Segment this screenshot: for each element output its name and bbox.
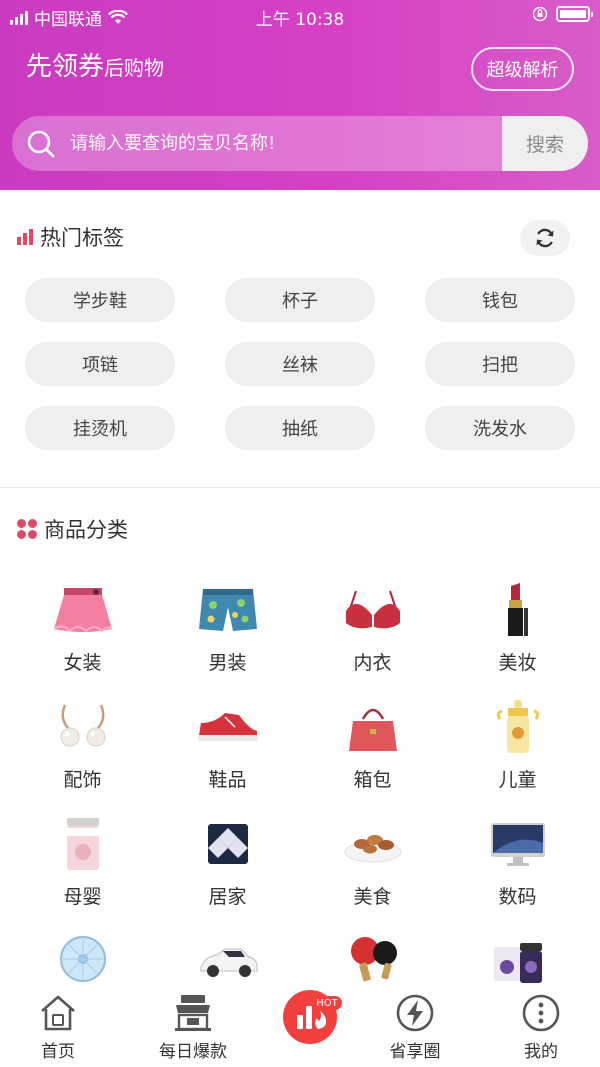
baby-bottle-icon <box>496 700 539 753</box>
brand-main: 先领券 <box>26 52 105 82</box>
header: 中国联通 上午 10:38 先领券后购物 超级解析 请输入要查询的宝贝名称! 搜… <box>0 0 600 190</box>
categories-title: 商品分类 <box>16 514 128 544</box>
hot-tag[interactable]: 挂烫机 <box>25 406 175 450</box>
tab-label: 省享圈 <box>389 1042 441 1062</box>
category-item[interactable]: 儿童 <box>445 695 590 812</box>
more-icon <box>522 994 560 1032</box>
hot-tag[interactable]: 扫把 <box>425 342 575 386</box>
search-icon <box>12 116 70 171</box>
fan-icon <box>59 936 106 982</box>
category-label: 女装 <box>63 652 102 674</box>
category-item[interactable]: 美妆 <box>445 578 590 695</box>
tab-label: 我的 <box>524 1042 558 1062</box>
search-bar: 搜索 <box>12 116 588 171</box>
hot-tag[interactable]: 钱包 <box>425 278 575 322</box>
categories-title-text: 商品分类 <box>44 518 128 542</box>
category-label: 男装 <box>208 652 247 674</box>
hot-tags-title-text: 热门标签 <box>40 226 124 250</box>
monitor-icon <box>490 823 545 866</box>
pillow-icon <box>207 824 248 864</box>
category-label: 内衣 <box>353 652 392 674</box>
category-label: 箱包 <box>353 769 392 791</box>
category-item[interactable]: 配饰 <box>10 695 155 812</box>
hot-tag[interactable]: 丝袜 <box>225 342 375 386</box>
earrings-icon <box>60 704 105 747</box>
status-right <box>532 6 593 22</box>
hot-tag[interactable]: 洗发水 <box>425 406 575 450</box>
nuts-bowl-icon <box>344 835 401 863</box>
category-label: 数码 <box>498 886 537 908</box>
hot-tag[interactable]: 学步鞋 <box>25 278 175 322</box>
tab-hot-ranking[interactable] <box>250 985 370 1067</box>
category-item[interactable]: 女装 <box>10 578 155 695</box>
category-label: 儿童 <box>498 769 537 791</box>
category-label: 美妆 <box>498 652 537 674</box>
brand-sub: 后购物 <box>104 56 165 80</box>
battery-icon <box>556 6 593 22</box>
bar-chart-icon <box>17 229 33 245</box>
bra-icon <box>345 590 400 629</box>
car-icon <box>200 948 257 977</box>
hot-tag[interactable]: 抽纸 <box>225 406 375 450</box>
brand-title: 先领券后购物 <box>26 46 164 83</box>
handbag-icon <box>348 708 397 751</box>
refresh-button[interactable] <box>520 220 570 256</box>
tab-save-circle[interactable]: 省享圈 <box>355 985 475 1067</box>
search-input[interactable] <box>70 116 502 171</box>
hot-tag[interactable]: 项链 <box>25 342 175 386</box>
lipstick-icon <box>507 583 528 636</box>
tab-label: 每日爆款 <box>159 1042 227 1062</box>
tab-bar: 首页 每日爆款 省享圈 我的 <box>0 985 600 1067</box>
hot-tags-title: 热门标签 <box>16 222 124 252</box>
category-item[interactable]: 箱包 <box>300 695 445 812</box>
category-item[interactable]: 男装 <box>155 578 300 695</box>
home-icon <box>41 995 75 1031</box>
grid-dots-icon <box>17 519 37 539</box>
category-item[interactable]: 居家 <box>155 812 300 929</box>
tab-daily-hot[interactable]: 每日爆款 <box>133 985 253 1067</box>
category-grid: 女装 男装 内衣 美妆 配饰 鞋品 箱包 儿童 母婴 居家 美食 数码 <box>10 578 590 1046</box>
section-divider <box>0 487 600 488</box>
hot-tag[interactable]: 杯子 <box>225 278 375 322</box>
category-item[interactable]: 美食 <box>300 812 445 929</box>
shorts-icon <box>198 589 257 631</box>
tab-label: 首页 <box>41 1042 75 1062</box>
category-item[interactable]: 内衣 <box>300 578 445 695</box>
lightning-icon <box>396 994 434 1032</box>
category-label: 美食 <box>353 886 392 908</box>
status-time: 上午 10:38 <box>255 10 345 30</box>
sneaker-icon <box>197 713 258 741</box>
tab-home[interactable]: 首页 <box>0 985 118 1067</box>
search-button[interactable]: 搜索 <box>502 116 588 171</box>
refresh-icon <box>536 228 554 248</box>
tab-mine[interactable]: 我的 <box>481 985 600 1067</box>
ping-pong-icon <box>350 937 397 982</box>
category-item[interactable]: 母婴 <box>10 812 155 929</box>
category-item[interactable]: 数码 <box>445 812 590 929</box>
hot-badge: HOT <box>312 996 342 1010</box>
shop-icon <box>175 995 211 1031</box>
category-label: 居家 <box>208 886 247 908</box>
category-label: 配饰 <box>63 769 102 791</box>
orientation-lock-icon <box>532 6 548 22</box>
skirt-icon <box>52 588 113 633</box>
supplement-icon <box>493 943 542 983</box>
category-label: 鞋品 <box>208 769 247 791</box>
super-parse-button[interactable]: 超级解析 <box>471 47 574 91</box>
status-bar: 中国联通 上午 10:38 <box>0 0 600 32</box>
formula-can-icon <box>66 818 99 870</box>
category-item[interactable]: 鞋品 <box>155 695 300 812</box>
category-label: 母婴 <box>63 886 102 908</box>
hot-tags-list: 学步鞋 杯子 钱包 项链 丝袜 扫把 挂烫机 抽纸 洗发水 <box>25 278 575 450</box>
